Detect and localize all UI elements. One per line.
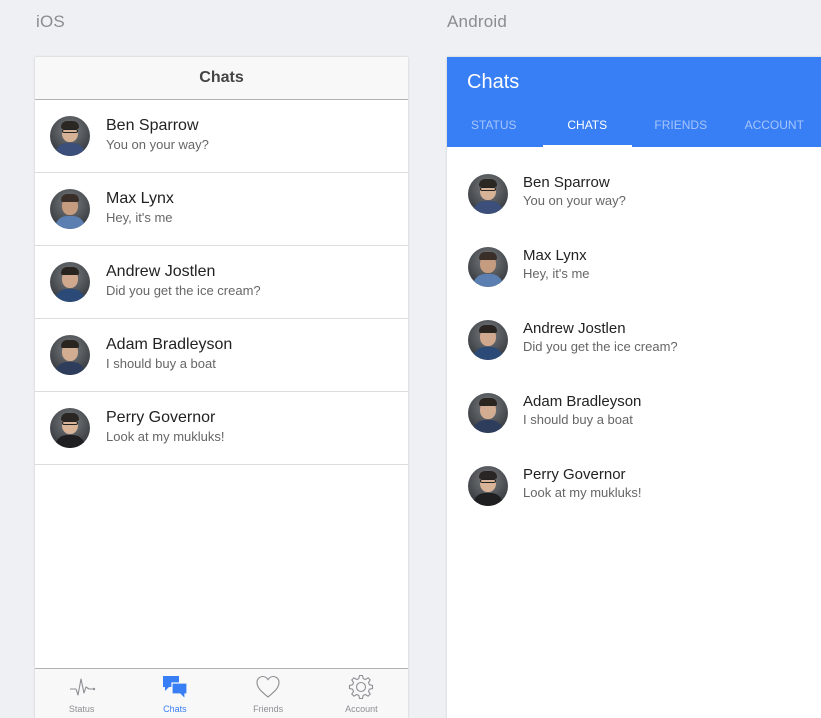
chat-name: Adam Bradleyson: [106, 336, 233, 353]
chat-item-andrew-jostlen[interactable]: Andrew Jostlen Did you get the ice cream…: [447, 303, 821, 376]
chat-name: Perry Governor: [523, 466, 626, 483]
heart-icon: [256, 675, 280, 698]
chat-last-message: Look at my mukluks!: [106, 429, 225, 444]
chat-last-message: Look at my mukluks!: [523, 485, 642, 500]
chat-name: Max Lynx: [523, 247, 587, 264]
avatar: [50, 262, 90, 302]
avatar: [468, 392, 508, 433]
ios-nav-bar: Chats: [35, 57, 408, 100]
chat-item-perry-governor[interactable]: Perry Governor Look at my mukluks!: [447, 449, 821, 522]
chat-item-adam-bradleyson[interactable]: Adam Bradleyson I should buy a boat: [447, 376, 821, 449]
android-page-title: Chats: [467, 71, 520, 93]
tab-friends[interactable]: FRIENDS: [634, 107, 728, 147]
tab-account[interactable]: ACCOUNT: [728, 107, 821, 147]
chat-item-andrew-jostlen[interactable]: Andrew Jostlen Did you get the ice cream…: [35, 246, 408, 319]
chat-name: Perry Governor: [106, 409, 216, 426]
chat-name: Max Lynx: [106, 190, 174, 207]
chat-last-message: I should buy a boat: [523, 412, 633, 427]
android-tab-bar: STATUS CHATS FRIENDS ACCOUNT: [447, 107, 821, 147]
chat-item-ben-sparrow[interactable]: Ben Sparrow You on your way?: [447, 157, 821, 230]
tab-label: Account: [345, 704, 378, 714]
ios-screen: Chats Ben Sparrow You on your way? Max L…: [35, 57, 408, 718]
avatar: [50, 335, 90, 375]
tab-chats[interactable]: Chats: [128, 669, 221, 718]
tab-label: Friends: [253, 704, 284, 714]
chat-item-ben-sparrow[interactable]: Ben Sparrow You on your way?: [35, 100, 408, 173]
ios-page-title: Chats: [199, 69, 244, 86]
chat-name: Ben Sparrow: [106, 117, 199, 134]
ios-label: iOS: [36, 12, 65, 31]
chat-last-message: Did you get the ice cream?: [106, 283, 261, 298]
chat-bubbles-icon: [162, 676, 188, 701]
avatar: [468, 173, 508, 214]
chat-item-max-lynx[interactable]: Max Lynx Hey, it's me: [447, 230, 821, 303]
tab-label: Status: [68, 704, 95, 714]
chat-name: Adam Bradleyson: [523, 393, 642, 410]
avatar: [50, 408, 90, 448]
chat-name: Andrew Jostlen: [523, 320, 626, 337]
android-label: Android: [447, 12, 507, 31]
chat-last-message: Hey, it's me: [523, 266, 590, 281]
pulse-icon: [69, 678, 95, 696]
chat-last-message: Hey, it's me: [106, 210, 173, 225]
avatar: [468, 246, 508, 287]
avatar: [50, 189, 90, 229]
tab-friends[interactable]: Friends: [222, 669, 315, 718]
android-screen: Chats STATUS CHATS FRIENDS ACCOUNT Ben S…: [447, 57, 821, 718]
tab-status[interactable]: Status: [35, 669, 128, 718]
chat-item-perry-governor[interactable]: Perry Governor Look at my mukluks!: [35, 392, 408, 465]
chat-name: Andrew Jostlen: [106, 263, 216, 280]
chat-last-message: I should buy a boat: [106, 356, 216, 371]
android-chat-list: Ben Sparrow You on your way? Max Lynx He…: [447, 147, 821, 522]
tab-status[interactable]: STATUS: [447, 107, 541, 147]
chat-item-max-lynx[interactable]: Max Lynx Hey, it's me: [35, 173, 408, 246]
avatar: [468, 465, 508, 506]
ios-tab-bar: Status Chats Friends Account: [35, 668, 408, 718]
tab-label: Chats: [163, 704, 187, 714]
chat-name: Ben Sparrow: [523, 174, 610, 191]
chat-last-message: You on your way?: [106, 137, 209, 152]
android-toolbar: Chats STATUS CHATS FRIENDS ACCOUNT: [447, 57, 821, 147]
chat-last-message: Did you get the ice cream?: [523, 339, 678, 354]
chat-last-message: You on your way?: [523, 193, 626, 208]
avatar: [50, 116, 90, 156]
tab-account[interactable]: Account: [315, 669, 408, 718]
tab-chats[interactable]: CHATS: [541, 107, 635, 147]
ios-chat-list: Ben Sparrow You on your way? Max Lynx He…: [35, 100, 408, 465]
gear-icon: [349, 674, 374, 700]
chat-item-adam-bradleyson[interactable]: Adam Bradleyson I should buy a boat: [35, 319, 408, 392]
avatar: [468, 319, 508, 360]
